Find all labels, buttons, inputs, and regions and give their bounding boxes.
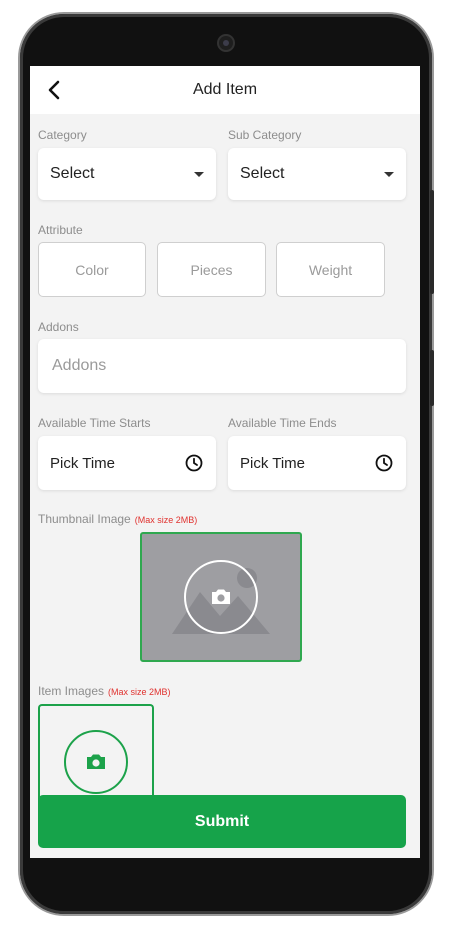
time-start-label: Available Time Starts bbox=[38, 416, 151, 430]
front-camera bbox=[219, 36, 233, 50]
category-value: Select bbox=[50, 165, 95, 182]
thumbnail-label-text: Thumbnail Image bbox=[38, 512, 131, 526]
camera-icon bbox=[212, 589, 230, 604]
attribute-color-chip[interactable]: Color bbox=[38, 242, 146, 297]
thumbnail-upload[interactable] bbox=[140, 532, 302, 662]
attribute-label: Attribute bbox=[38, 223, 83, 237]
volume-button bbox=[430, 190, 434, 294]
time-end-label: Available Time Ends bbox=[228, 416, 337, 430]
thumbnail-size-note: (Max size 2MB) bbox=[134, 515, 198, 525]
attribute-weight-chip[interactable]: Weight bbox=[276, 242, 385, 297]
page-title: Add Item bbox=[192, 81, 258, 98]
addons-label: Addons bbox=[38, 320, 79, 334]
addons-input[interactable]: Addons bbox=[38, 339, 406, 393]
item-images-label-text: Item Images bbox=[38, 684, 105, 698]
clock-icon bbox=[375, 454, 393, 472]
app-bar: Add Item bbox=[30, 66, 420, 114]
sub-category-value: Select bbox=[240, 165, 285, 182]
item-images-label: Item Images (Max size 2MB) bbox=[38, 684, 171, 698]
item-camera-button[interactable] bbox=[64, 730, 128, 794]
dropdown-arrow-icon bbox=[384, 171, 394, 177]
item-images-size-note: (Max size 2MB) bbox=[108, 687, 171, 697]
clock-icon bbox=[185, 454, 203, 472]
time-end-picker[interactable]: Pick Time bbox=[228, 436, 406, 490]
attribute-pieces-chip[interactable]: Pieces bbox=[157, 242, 266, 297]
back-button[interactable] bbox=[40, 76, 68, 104]
thumbnail-label: Thumbnail Image (Max size 2MB) bbox=[38, 512, 197, 526]
sub-category-label: Sub Category bbox=[228, 128, 302, 142]
sub-category-dropdown[interactable]: Select bbox=[228, 148, 406, 200]
category-label: Category bbox=[38, 128, 87, 142]
addons-placeholder: Addons bbox=[52, 357, 107, 374]
submit-button[interactable]: Submit bbox=[38, 795, 406, 848]
dropdown-arrow-icon bbox=[194, 171, 204, 177]
camera-icon bbox=[87, 754, 105, 769]
time-start-value: Pick Time bbox=[50, 454, 116, 472]
power-button bbox=[430, 350, 434, 406]
app-screen: Add Item Category Sub Category Select Se… bbox=[30, 66, 420, 858]
category-dropdown[interactable]: Select bbox=[38, 148, 216, 200]
time-end-value: Pick Time bbox=[240, 454, 306, 472]
time-start-picker[interactable]: Pick Time bbox=[38, 436, 216, 490]
upload-camera-button[interactable] bbox=[184, 560, 258, 634]
back-arrow-icon bbox=[48, 80, 60, 100]
